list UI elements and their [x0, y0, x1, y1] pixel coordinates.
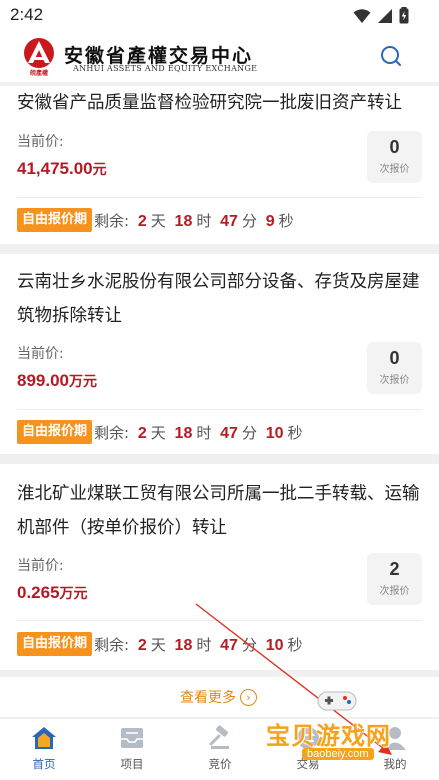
home-icon	[32, 727, 56, 749]
tab-label: 首页	[32, 757, 56, 771]
price-unit: 元	[92, 161, 107, 177]
price-unit: 万元	[69, 373, 97, 389]
countdown-minutes: 47	[220, 213, 238, 230]
status-badge: 自由报价期	[17, 632, 93, 656]
seconds-unit: 秒	[287, 424, 303, 442]
days-unit: 天	[150, 212, 166, 230]
logo-icon: 皖產權	[24, 38, 54, 77]
countdown-seconds: 10	[265, 637, 284, 654]
tab-bidding[interactable]: 竞价	[190, 725, 250, 772]
price-unit: 万元	[59, 585, 88, 601]
app-header: 皖產權 安徽省產權交易中心 ANHUI ASSETS AND EQUITY EX…	[0, 30, 439, 82]
countdown-minutes: 47	[220, 637, 238, 654]
days-unit: 天	[150, 424, 166, 442]
listing-card[interactable]: 淮北矿业煤联工贸有限公司所属一批二手转载、运输机部件（按单价报价）转让 当前价:…	[0, 464, 439, 670]
tab-label: 我的	[383, 757, 407, 771]
divider	[17, 409, 422, 410]
listing-title: 云南壮乡水泥股份有限公司部分设备、存货及房屋建筑物拆除转让	[17, 272, 420, 326]
bid-count-box: 2 次报价	[367, 553, 422, 605]
battery-icon	[399, 7, 409, 24]
price-label: 当前价:	[17, 558, 64, 574]
current-price: 0.265万元	[17, 583, 88, 603]
countdown-seconds: 9	[265, 213, 275, 230]
minutes-unit: 分	[241, 424, 257, 442]
tab-label: 项目	[120, 757, 144, 771]
logo-subtitle: ANHUI ASSETS AND EQUITY EXCHANGE	[73, 64, 258, 73]
listing-title: 淮北矿业煤联工贸有限公司所属一批二手转载、运输机部件（按单价报价）转让	[17, 484, 420, 538]
countdown-label: 剩余:	[94, 424, 130, 442]
bid-count-label: 次报价	[379, 375, 410, 386]
countdown-label: 剩余:	[94, 212, 130, 230]
wifi-icon	[353, 8, 371, 23]
status-badge: 自由报价期	[17, 420, 93, 444]
tab-projects[interactable]: 项目	[102, 725, 162, 772]
divider	[17, 620, 422, 621]
price-label: 当前价:	[17, 134, 64, 150]
price-value: 0.265	[17, 583, 60, 602]
countdown: 剩余: 2天 18 时 47 分 10 秒	[94, 422, 303, 443]
bid-count: 0	[389, 137, 400, 157]
tab-trade[interactable]: 交易	[278, 725, 338, 772]
countdown-minutes: 47	[220, 425, 238, 442]
see-more-row: 查看更多 ›	[0, 677, 439, 717]
listing-title: 安徽省产品质量监督检验研究院一批废旧资产转让	[17, 93, 402, 113]
tab-mine[interactable]: 我的	[365, 725, 425, 772]
tab-label: 竞价	[208, 757, 232, 771]
exchange-icon	[297, 727, 319, 749]
countdown-hours: 18	[174, 213, 193, 230]
countdown-label: 剩余:	[94, 636, 130, 654]
bid-count-box: 0 次报价	[367, 131, 422, 183]
hours-unit: 时	[196, 636, 212, 654]
countdown-days: 2	[137, 213, 147, 230]
inbox-icon	[121, 728, 143, 748]
hours-unit: 时	[196, 424, 212, 442]
countdown-hours: 18	[174, 637, 193, 654]
countdown: 剩余: 2天 18 时 47 分 10 秒	[94, 634, 303, 655]
user-icon	[384, 727, 406, 750]
divider	[17, 197, 422, 198]
status-bar: 2:42	[0, 0, 439, 30]
see-more-link[interactable]: 查看更多 ›	[180, 687, 257, 707]
current-price: 41,475.00元	[17, 159, 107, 179]
bid-count: 2	[389, 559, 400, 579]
gavel-icon	[209, 725, 229, 749]
countdown-days: 2	[137, 425, 147, 442]
chevron-right-circle-icon: ›	[240, 688, 257, 706]
tab-label: 交易	[296, 757, 320, 771]
see-more-label: 查看更多	[180, 690, 236, 706]
seconds-unit: 秒	[287, 636, 303, 654]
bid-count-box: 0 次报价	[367, 342, 422, 394]
hours-unit: 时	[196, 212, 212, 230]
price-label: 当前价:	[17, 346, 64, 362]
bid-count-label: 次报价	[379, 586, 410, 597]
minutes-unit: 分	[241, 212, 257, 230]
listing-card[interactable]: 云南壮乡水泥股份有限公司部分设备、存货及房屋建筑物拆除转让 当前价: 899.0…	[0, 254, 439, 454]
bid-count-label: 次报价	[379, 164, 410, 175]
countdown: 剩余: 2天 18 时 47 分 9秒	[94, 210, 294, 231]
countdown-days: 2	[137, 637, 147, 654]
current-price: 899.00万元	[17, 371, 97, 391]
countdown-hours: 18	[174, 425, 193, 442]
logo-badge: 皖產權	[30, 69, 48, 77]
status-icons	[353, 7, 409, 24]
search-icon[interactable]	[379, 44, 403, 68]
status-badge: 自由报价期	[17, 208, 93, 232]
price-value: 899.00	[17, 371, 69, 390]
minutes-unit: 分	[241, 636, 257, 654]
seconds-unit: 秒	[278, 212, 294, 230]
listing-card[interactable]: 安徽省产品质量监督检验研究院一批废旧资产转让 当前价: 41,475.00元 0…	[0, 86, 439, 244]
days-unit: 天	[150, 636, 166, 654]
bottom-tab-bar: 首页 项目 竞价 交易 我的	[0, 718, 439, 780]
tab-home[interactable]: 首页	[14, 725, 74, 772]
price-value: 41,475.00	[17, 159, 93, 178]
bid-count: 0	[389, 348, 400, 368]
countdown-seconds: 10	[265, 425, 284, 442]
signal-icon	[378, 8, 392, 23]
status-time: 2:42	[10, 5, 44, 24]
